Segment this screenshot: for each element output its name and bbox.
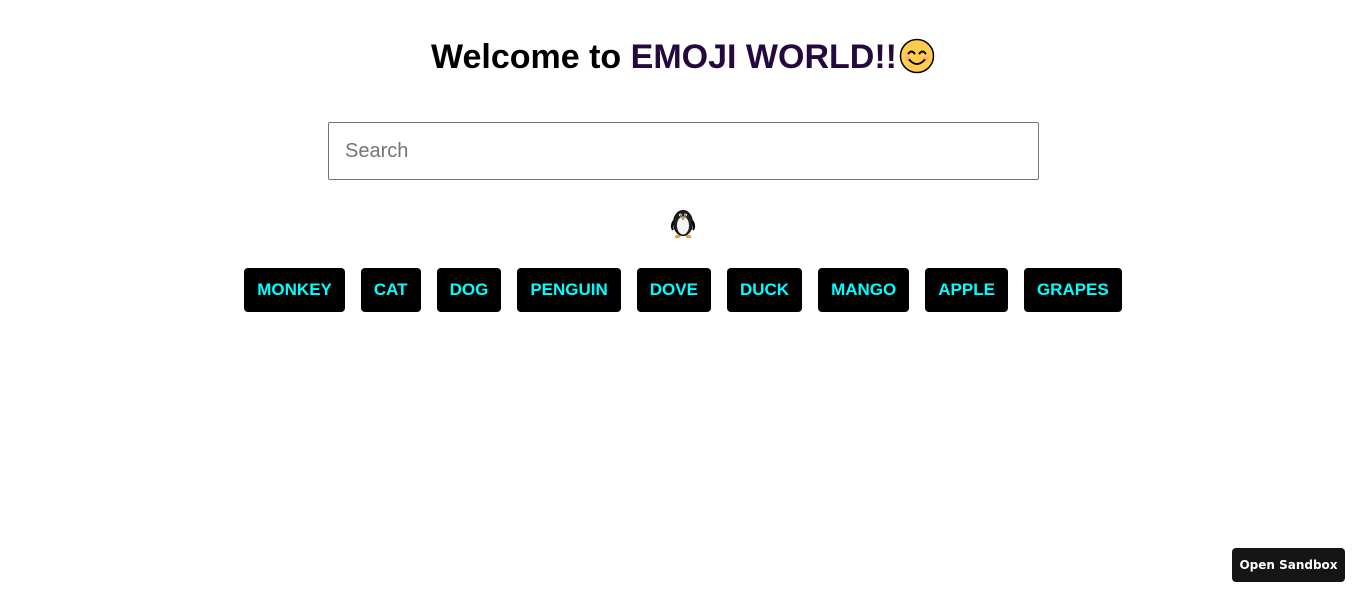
search-input[interactable] xyxy=(328,122,1039,180)
emoji-button-row: MONKEY CAT DOG PENGUIN DOVE DUCK MANGO A… xyxy=(0,268,1366,312)
mango-button[interactable]: MANGO xyxy=(818,268,910,312)
apple-button[interactable]: APPLE xyxy=(925,268,1008,312)
grapes-button[interactable]: GRAPES xyxy=(1023,268,1122,312)
dove-button[interactable]: DOVE xyxy=(636,268,711,312)
dog-button[interactable]: DOG xyxy=(436,268,502,312)
open-sandbox-button[interactable]: Open Sandbox xyxy=(1232,548,1345,582)
title-prefix: Welcome to xyxy=(431,38,631,76)
page-title: Welcome to EMOJI WORLD!! xyxy=(0,36,1366,78)
cat-button[interactable]: CAT xyxy=(360,268,421,312)
app-root: Welcome to EMOJI WORLD!! MONKEY CAT DOG … xyxy=(0,0,1366,600)
monkey-button[interactable]: MONKEY xyxy=(244,268,345,312)
search-container xyxy=(328,122,1039,180)
smiling-face-icon xyxy=(899,38,935,74)
penguin-button[interactable]: PENGUIN xyxy=(517,268,621,312)
penguin-icon xyxy=(670,210,696,238)
title-brand: EMOJI WORLD!! xyxy=(630,38,897,76)
duck-button[interactable]: DUCK xyxy=(726,268,803,312)
